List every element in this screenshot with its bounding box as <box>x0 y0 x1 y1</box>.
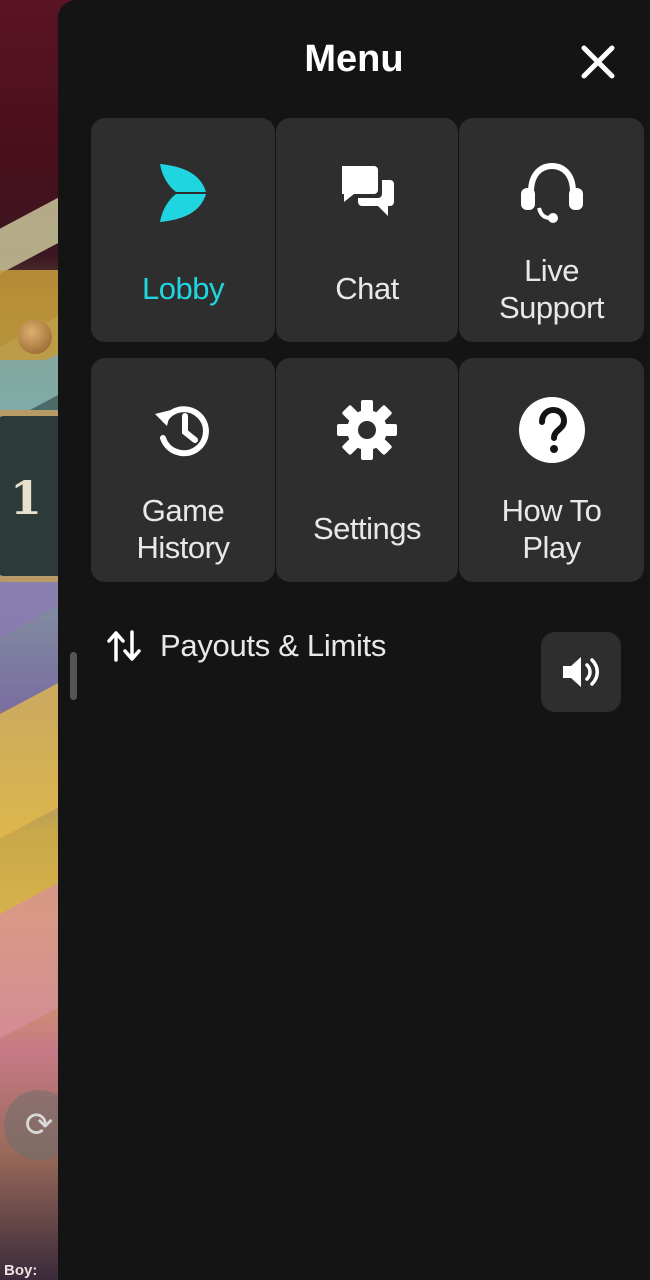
menu-title: Menu <box>304 38 404 80</box>
chat-button[interactable]: Chat <box>276 118 458 342</box>
speaker-icon <box>563 657 599 687</box>
lobby-button[interactable]: Lobby <box>91 118 275 342</box>
settings-label: Settings <box>312 511 422 546</box>
how-to-play-label: How To Play <box>459 492 644 566</box>
menu-panel: Menu Lobby Chat Live Support Game Histor… <box>58 0 650 1280</box>
up-down-arrows-icon <box>107 630 141 662</box>
gear-icon <box>337 400 397 460</box>
payouts-limits-button[interactable]: Payouts & Limits <box>106 628 386 664</box>
game-history-label: Game History <box>91 492 275 566</box>
live-support-label: Live Support <box>459 252 644 326</box>
drag-handle[interactable] <box>70 652 77 700</box>
lobby-logo-icon <box>160 164 206 222</box>
lobby-label: Lobby <box>142 271 224 306</box>
wheel-stud <box>18 320 52 354</box>
how-to-play-label-text: How To Play <box>501 493 602 565</box>
game-history-button[interactable]: Game History <box>91 358 275 582</box>
game-history-label-text: Game History <box>136 493 230 565</box>
payouts-limits-label: Payouts & Limits <box>160 628 387 663</box>
live-support-button[interactable]: Live Support <box>459 118 644 342</box>
how-to-play-button[interactable]: How To Play <box>459 358 644 582</box>
headset-icon <box>520 162 583 223</box>
settings-button[interactable]: Settings <box>276 358 458 582</box>
close-icon <box>581 45 615 79</box>
chat-bubbles-icon <box>342 166 394 216</box>
chat-label: Chat <box>335 271 399 306</box>
question-icon <box>518 397 585 463</box>
background-caption: Boy: <box>4 1262 38 1279</box>
history-icon <box>155 406 209 457</box>
live-support-label-text: Live Support <box>498 253 605 325</box>
wheel-number: 1 <box>10 471 43 525</box>
close-button[interactable] <box>574 38 622 86</box>
sound-toggle-button[interactable] <box>541 632 621 712</box>
menu-grid: Lobby Chat Live Support Game History Set… <box>91 118 644 582</box>
